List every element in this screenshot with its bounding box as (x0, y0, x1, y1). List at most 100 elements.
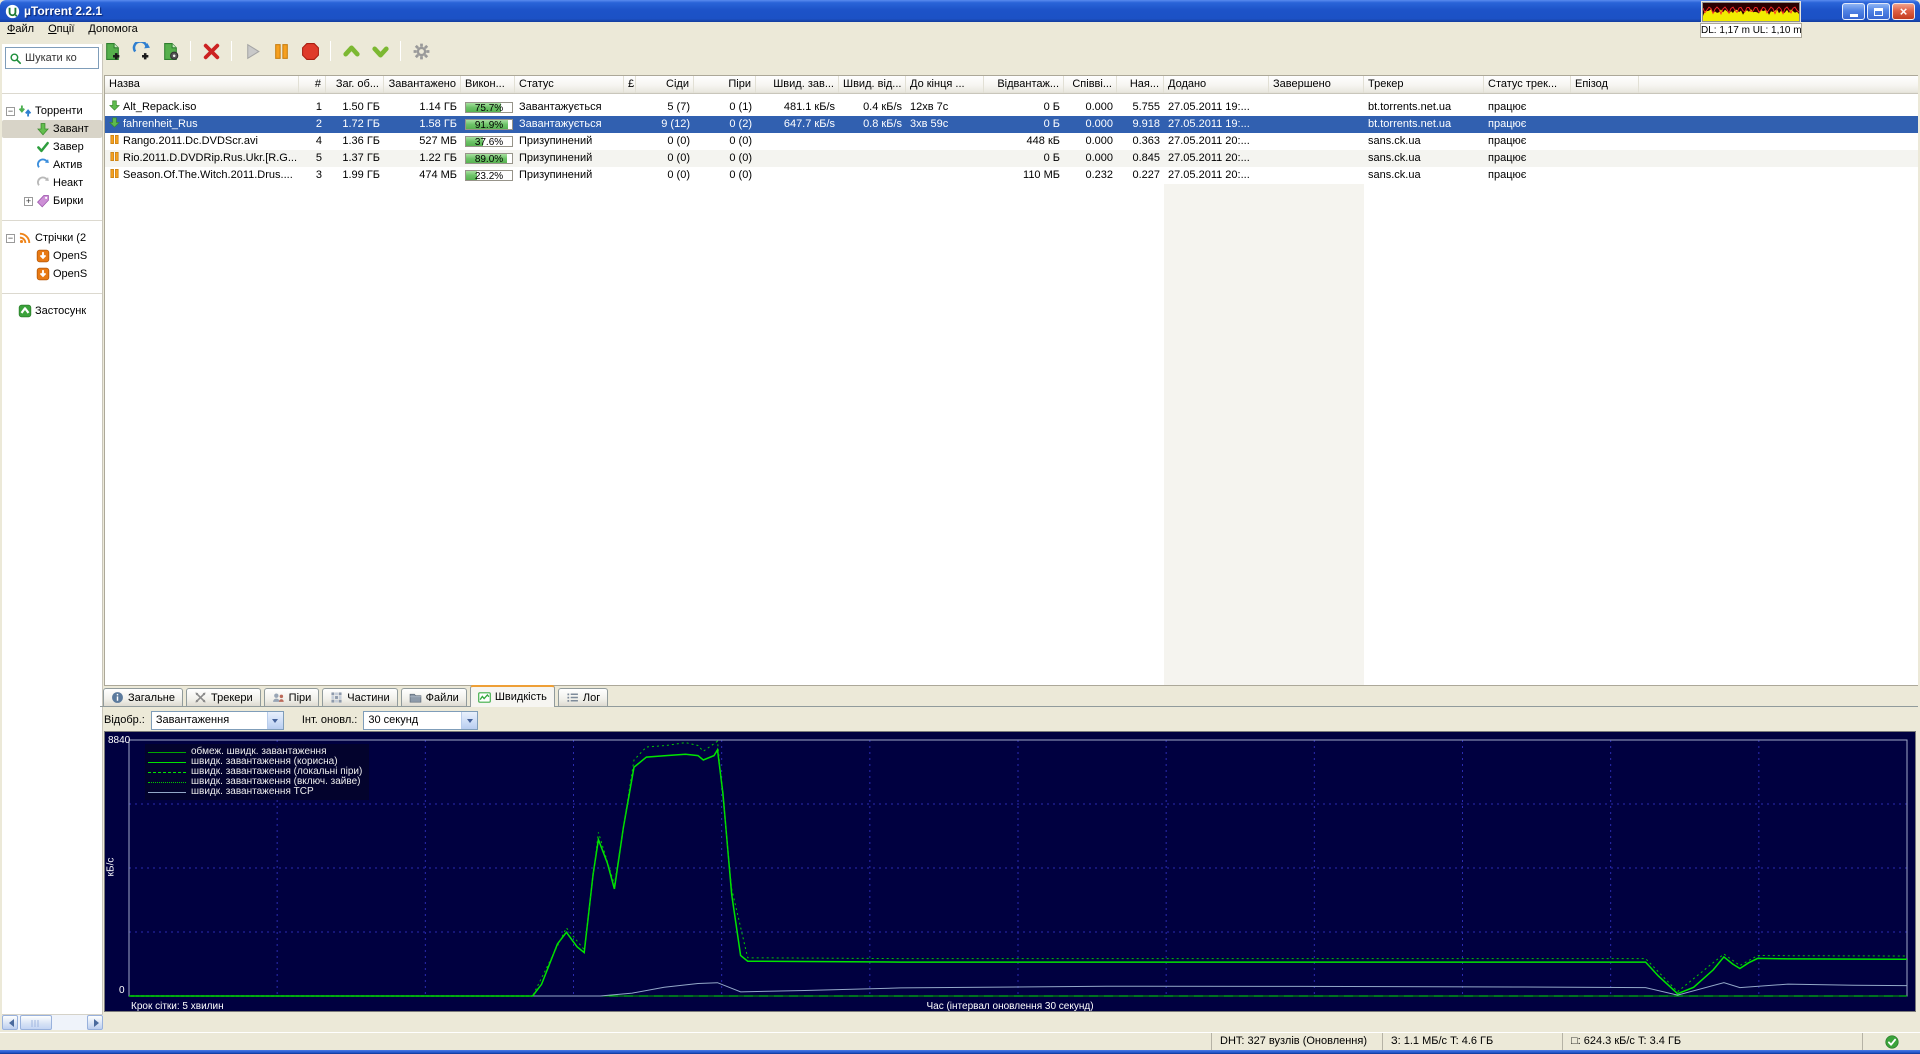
sidebar-item-labels[interactable]: + Бирки (2, 192, 102, 210)
cell-ul (839, 167, 906, 184)
menu-item-1[interactable]: Опції (41, 22, 81, 37)
restore-button[interactable] (1867, 3, 1890, 20)
column-header-tracker[interactable]: Трекер (1364, 76, 1484, 93)
dropdown-arrow-icon[interactable] (461, 711, 478, 729)
remove-torrent-button[interactable] (199, 39, 223, 63)
sidebar-item-label: OpenS (53, 268, 88, 280)
column-header-size[interactable]: Заг. об... (326, 76, 384, 93)
expander-minus-icon[interactable]: − (6, 233, 15, 243)
column-header-downloaded[interactable]: Завантажено (384, 76, 461, 93)
sidebar-item-downloading[interactable]: Завант (2, 120, 102, 138)
menu-item-2[interactable]: Допомога (81, 22, 144, 37)
add-url-button[interactable] (129, 39, 153, 63)
close-button[interactable]: × (1892, 3, 1915, 20)
column-header-avail0[interactable]: £ (624, 76, 636, 93)
column-header-added[interactable]: Додано (1164, 76, 1269, 93)
tab-trackers[interactable]: Трекери (186, 688, 261, 706)
column-header-dl[interactable]: Швид. зав... (756, 76, 839, 93)
table-row[interactable]: Alt_Repack.iso 1 1.50 ГБ 1.14 ГБ 75.7% Завант… (105, 99, 1918, 116)
table-row[interactable]: Season.Of.The.Witch.2011.Drus.... 3 1.99 Г… (105, 167, 1918, 184)
column-header-num[interactable]: # (299, 76, 326, 93)
cell-name: Season.Of.The.Witch.2011.Drus.... (105, 167, 299, 184)
sidebar-item-apps[interactable]: Застосунк (2, 302, 102, 320)
sidebar-item-torrents[interactable]: − Торренти (2, 102, 102, 120)
tab-logger[interactable]: Лог (557, 688, 609, 706)
cell-eta: 12хв 7с (910, 101, 949, 113)
create-torrent-button[interactable] (158, 39, 182, 63)
progress-bar: 75.7% (465, 102, 513, 114)
column-header-ul[interactable]: Швид. від... (839, 76, 906, 93)
cell-episode (1571, 133, 1639, 150)
cell-seeds: 9 (12) (661, 118, 690, 130)
sidebar-scrollbar[interactable] (2, 1014, 103, 1030)
sidebar-section-torrents: − Торренти Завант Завер Актив Неакт + Бирки (2, 93, 102, 210)
interval-select[interactable]: 30 секунд (363, 710, 479, 730)
torrent-list: Назва # Заг. об... Завантажено Викон... Стату… (104, 75, 1918, 686)
stop-button[interactable] (298, 39, 322, 63)
cell-uploaded: 0 Б (1043, 152, 1060, 164)
menu-item-0[interactable]: Файл (0, 22, 41, 37)
sidebar-item-active[interactable]: Актив (2, 156, 102, 174)
cell-dl (756, 133, 839, 150)
add-torrent-button[interactable] (100, 39, 124, 63)
column-header-done[interactable]: Викон... (461, 76, 515, 93)
cell-num: 5 (315, 152, 322, 164)
cell-eta (906, 133, 984, 150)
column-header-seeds[interactable]: Сіди (636, 76, 694, 93)
column-header-name[interactable]: Назва (105, 76, 299, 93)
expander-plus-icon[interactable]: + (24, 196, 33, 206)
table-row[interactable]: Rio.2011.D.DVDRip.Rus.Ukr.[R.G... 5 1.37 Г… (105, 150, 1918, 167)
cell-episode (1571, 99, 1639, 116)
move-down-button[interactable] (368, 39, 392, 63)
dropdown-arrow-icon[interactable] (266, 711, 283, 729)
expander-minus-icon[interactable]: − (6, 106, 15, 116)
tab-general[interactable]: Загальне (103, 688, 183, 706)
tab-peers[interactable]: Піри (263, 688, 320, 706)
preferences-button[interactable] (409, 39, 433, 63)
column-header-uploaded[interactable]: Відвантаж... (984, 76, 1064, 93)
sidebar: Шукати ко − Торренти Завант Завер Актив Неакт… (2, 44, 103, 1014)
column-header-episode[interactable]: Епізод (1571, 76, 1639, 93)
sidebar-item-finished[interactable]: Завер (2, 138, 102, 156)
minimize-icon (1849, 14, 1858, 17)
search-input[interactable]: Шукати ко (5, 47, 99, 69)
column-header-peers[interactable]: Піри (694, 76, 756, 93)
table-row[interactable]: Rango.2011.Dc.DVDScr.avi 4 1.36 ГБ 527 МБ 37… (105, 133, 1918, 150)
column-header-tracker_status[interactable]: Статус трек... (1484, 76, 1571, 93)
column-header-ratio[interactable]: Співві... (1064, 76, 1117, 93)
scroll-right-button[interactable] (87, 1015, 103, 1030)
torrent-name: fahrenheit_Rus (123, 118, 198, 130)
pause-button[interactable] (269, 39, 293, 63)
cell-tracker: bt.torrents.net.ua (1368, 101, 1452, 113)
column-header-completed[interactable]: Завершено (1269, 76, 1364, 93)
table-row[interactable]: fahrenheit_Rus 2 1.72 ГБ 1.58 ГБ 91.9% Завант… (105, 116, 1918, 133)
sidebar-item-label: Стрічки (2 (35, 232, 87, 244)
show-select[interactable]: Завантаження (150, 710, 284, 730)
minimize-button[interactable] (1842, 3, 1865, 20)
scroll-thumb[interactable] (20, 1015, 52, 1030)
column-header-eta[interactable]: До кінця ... (906, 76, 984, 93)
sidebar-item-feed-2[interactable]: OpenS (2, 265, 102, 283)
tab-speed[interactable]: Швидкість (469, 685, 555, 707)
cell-size: 1.99 ГБ (342, 169, 380, 181)
cell-size: 1.36 ГБ (342, 135, 380, 147)
cell-tracker: sans.ck.ua (1368, 135, 1421, 147)
tab-pieces[interactable]: Частини (322, 688, 398, 706)
column-header-avail[interactable]: Ная... (1117, 76, 1164, 93)
sidebar-item-inactive[interactable]: Неакт (2, 174, 102, 192)
legend-line-sample (148, 771, 186, 773)
tab-files[interactable]: Файли (400, 688, 467, 706)
start-button[interactable] (240, 39, 264, 63)
y-axis-max-label: 8840 (108, 735, 131, 746)
scroll-track[interactable] (52, 1015, 87, 1030)
sidebar-item-feeds[interactable]: − Стрічки (2 (2, 229, 102, 247)
table-rows: Alt_Repack.iso 1 1.50 ГБ 1.14 ГБ 75.7% Завант… (105, 99, 1918, 184)
sidebar-item-feed-1[interactable]: OpenS (2, 247, 102, 265)
sidebar-item-label: Бирки (53, 195, 84, 207)
cell-status: Призупинений (519, 169, 593, 181)
cell-ratio: 0.000 (1085, 135, 1113, 147)
tab-label: Частини (347, 691, 390, 704)
move-up-button[interactable] (339, 39, 363, 63)
column-header-status[interactable]: Статус (515, 76, 624, 93)
scroll-left-button[interactable] (2, 1015, 18, 1030)
